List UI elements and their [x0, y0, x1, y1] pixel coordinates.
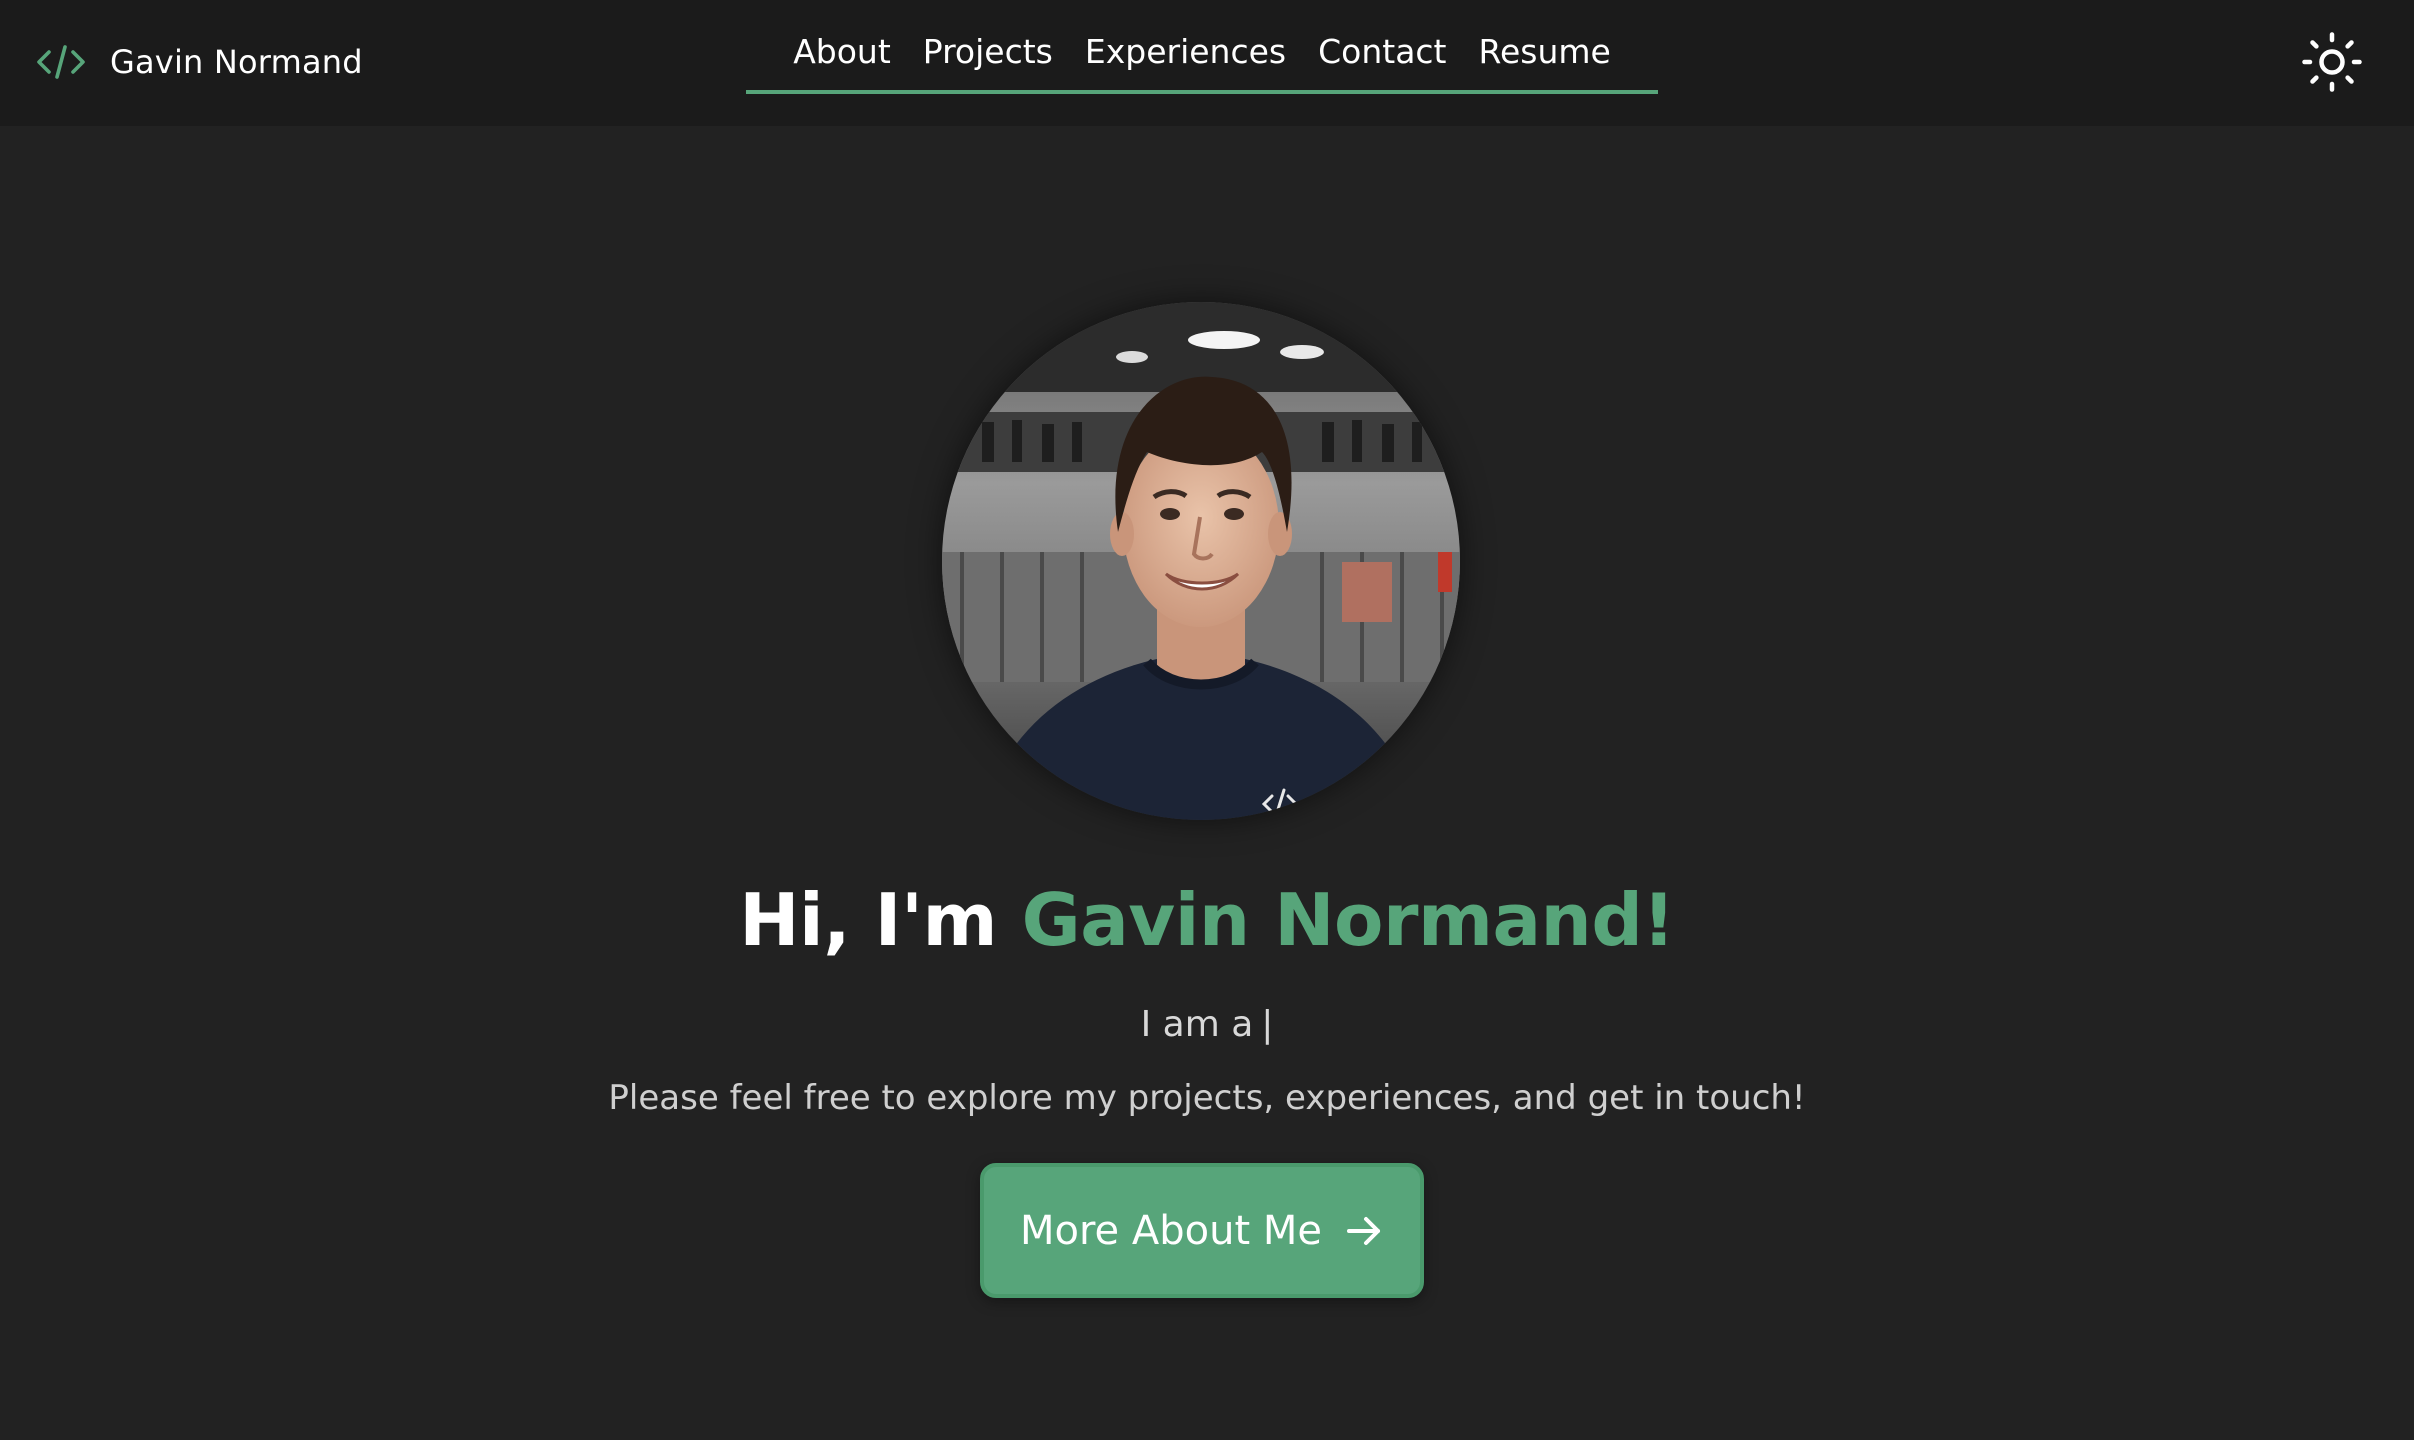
hero-headline: Hi, I'm Gavin Normand! — [0, 878, 2414, 962]
navbar: Gavin Normand About Projects Experiences… — [0, 0, 2414, 126]
hero-name: Gavin Normand! — [1021, 878, 1676, 962]
nav-link-about[interactable]: About — [793, 32, 891, 81]
sun-icon — [2302, 32, 2362, 92]
avatar — [942, 302, 1460, 820]
more-about-me-label: More About Me — [1020, 1207, 1322, 1254]
arrow-right-icon — [1346, 1216, 1380, 1245]
hero-tagline: Please feel free to explore my projects,… — [608, 1078, 1806, 1118]
nav-links: About Projects Experiences Contact Resum… — [746, 22, 1658, 94]
nav-link-projects[interactable]: Projects — [923, 32, 1053, 81]
brand-name: Gavin Normand — [110, 43, 363, 81]
nav-link-contact[interactable]: Contact — [1318, 32, 1446, 81]
code-icon — [37, 45, 85, 79]
typing-prefix: I am a — [1140, 1004, 1254, 1045]
theme-toggle-button[interactable] — [2300, 30, 2364, 94]
more-about-me-button[interactable]: More About Me — [980, 1163, 1424, 1298]
profile-photo — [942, 302, 1460, 820]
nav-link-experiences[interactable]: Experiences — [1085, 32, 1286, 81]
greeting-text: Hi, I'm — [739, 878, 998, 962]
typing-cursor: | — [1261, 1004, 1274, 1045]
nav-link-resume[interactable]: Resume — [1479, 32, 1611, 81]
typing-text: I am a | — [0, 1004, 2414, 1045]
brand-link[interactable]: Gavin Normand — [36, 36, 363, 88]
